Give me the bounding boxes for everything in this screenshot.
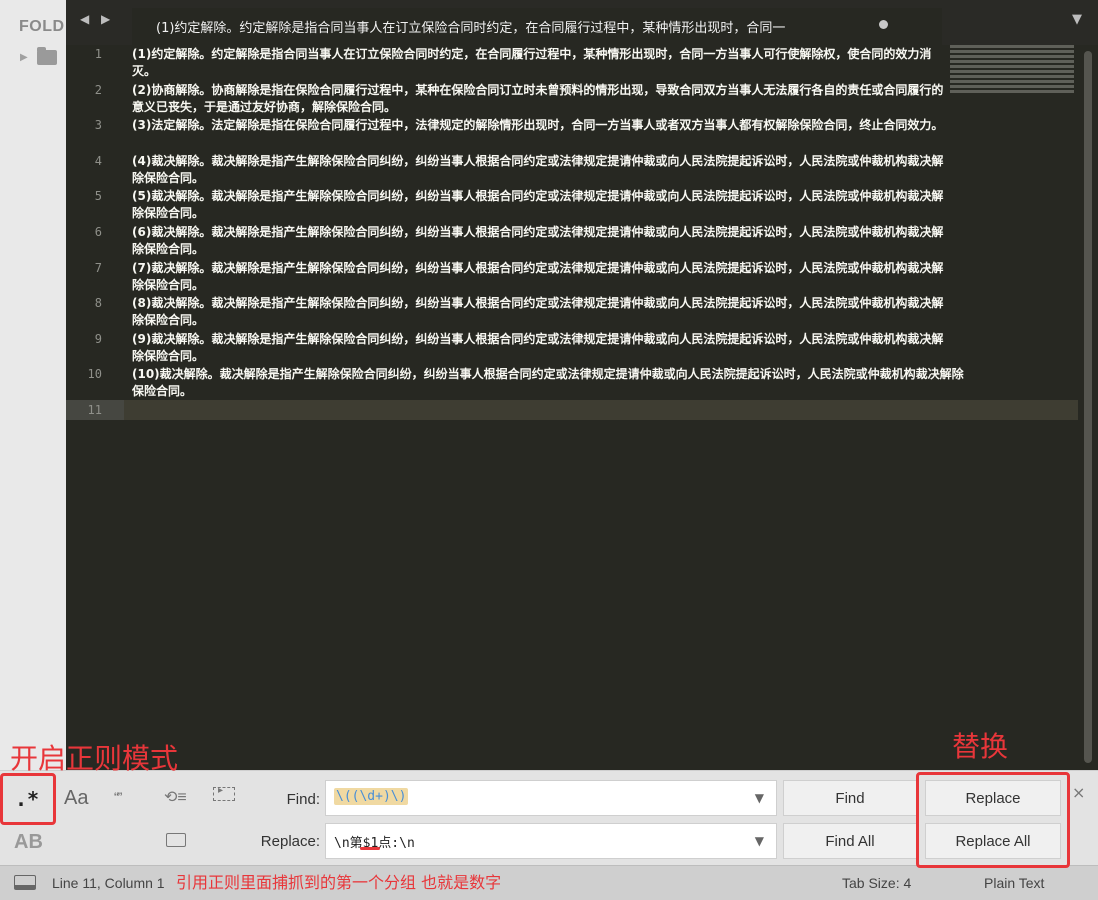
replace-history-chevron-icon[interactable]: ▼ — [755, 834, 764, 848]
find-label: Find: — [286, 791, 320, 808]
line-number: 8 — [94, 296, 102, 310]
tab-bar: ◀ ▶ (1)约定解除。约定解除是指合同当事人在订立保险合同时约定，在合同履行过… — [66, 0, 1098, 45]
cursor-position: Line 11, Column 1 — [52, 875, 165, 891]
editor-pane[interactable]: 1 2 3 4 5 6 7 8 9 10 11 (1)约定解除。约定解除是指合同… — [66, 45, 1098, 770]
minimap[interactable] — [950, 45, 1074, 105]
whole-word-button[interactable]: “” — [114, 789, 122, 805]
annotation-group-note: 引用正则里面捕抓到的第一个分组 也就是数字 — [176, 873, 502, 892]
sidebar-title: FOLD — [19, 18, 65, 35]
wrap-button[interactable]: ⟲≡ — [164, 787, 187, 807]
code-line[interactable]: (3)法定解除。法定解除是指在保险合同履行过程中，法律规定的解除情形出现时，合同… — [132, 117, 952, 134]
tab-nav-arrows-icon[interactable]: ◀ ▶ — [80, 12, 114, 26]
find-input[interactable]: \((\d+)\) ▼ — [325, 780, 777, 816]
code-line[interactable]: (6)裁决解除。裁决解除是指产生解除保险合同纠纷，纠纷当事人根据合同约定或法律规… — [132, 224, 952, 258]
find-input-value: \((\d+)\) — [334, 788, 409, 805]
status-bar: Line 11, Column 1 Tab Size: 4 Plain Text — [0, 865, 1098, 900]
line-number: 10 — [87, 367, 102, 381]
tab-size[interactable]: Tab Size: 4 — [842, 875, 911, 891]
scrollbar[interactable] — [1084, 51, 1092, 763]
expand-arrow-icon[interactable]: ▶ — [20, 52, 28, 63]
replace-label: Replace: — [260, 833, 320, 850]
line-number: 7 — [94, 261, 102, 275]
line-gutter: 1 2 3 4 5 6 7 8 9 10 11 — [66, 45, 124, 770]
folder-icon[interactable] — [37, 47, 57, 65]
case-sensitive-button[interactable]: Aa — [64, 787, 88, 810]
find-button[interactable]: Find — [783, 780, 917, 816]
line-number: 2 — [94, 83, 102, 97]
unsaved-dot-icon[interactable] — [879, 20, 888, 29]
line-number: 4 — [94, 154, 102, 168]
code-line[interactable]: (7)裁决解除。裁决解除是指产生解除保险合同纠纷，纠纷当事人根据合同约定或法律规… — [132, 260, 952, 294]
line-number: 6 — [94, 225, 102, 239]
preserve-case-button[interactable]: AB — [14, 831, 43, 854]
code-line[interactable]: (10)裁决解除。裁决解除是指产生解除保险合同纠纷，纠纷当事人根据合同约定或法律… — [132, 366, 972, 400]
line-number: 1 — [94, 47, 102, 61]
line-number: 9 — [94, 332, 102, 346]
tab-title: (1)约定解除。约定解除是指合同当事人在订立保险合同时约定，在合同履行过程中，某… — [156, 21, 786, 36]
in-selection-button[interactable] — [213, 785, 235, 801]
highlight-matches-button[interactable] — [166, 833, 186, 847]
tab-menu-chevron-icon[interactable]: ▼ — [1072, 12, 1082, 27]
annotation-regex-box — [0, 773, 56, 825]
panel-toggle-icon[interactable] — [14, 875, 36, 890]
code-line[interactable]: (1)约定解除。约定解除是指合同当事人在订立保险合同时约定，在合同履行过程中，某… — [132, 46, 952, 80]
code-line[interactable]: (5)裁决解除。裁决解除是指产生解除保险合同纠纷，纠纷当事人根据合同约定或法律规… — [132, 188, 952, 222]
code-line[interactable]: (4)裁决解除。裁决解除是指产生解除保险合同纠纷，纠纷当事人根据合同约定或法律规… — [132, 153, 952, 187]
current-line-highlight — [66, 400, 1078, 420]
find-history-chevron-icon[interactable]: ▼ — [755, 791, 764, 805]
replace-input[interactable]: \n第$1点:\n ▼ — [325, 823, 777, 859]
line-number: 11 — [87, 403, 102, 417]
find-all-button[interactable]: Find All — [783, 823, 917, 859]
code-line[interactable]: (2)协商解除。协商解除是指在保险合同履行过程中，某种在保险合同订立时未曾预料的… — [132, 82, 952, 116]
syntax-mode[interactable]: Plain Text — [984, 875, 1044, 891]
annotation-replace: 替换 — [952, 730, 1009, 763]
tab-active[interactable]: (1)约定解除。约定解除是指合同当事人在订立保险合同时约定，在合同履行过程中，某… — [132, 8, 942, 45]
line-number: 3 — [94, 118, 102, 132]
close-icon[interactable]: × — [1072, 783, 1085, 802]
line-number: 5 — [94, 189, 102, 203]
annotation-regex-mode: 开启正则模式 — [10, 742, 179, 775]
annotation-replace-box — [916, 772, 1070, 868]
code-line[interactable]: (8)裁决解除。裁决解除是指产生解除保险合同纠纷，纠纷当事人根据合同约定或法律规… — [132, 295, 952, 329]
code-line[interactable]: (9)裁决解除。裁决解除是指产生解除保险合同纠纷，纠纷当事人根据合同约定或法律规… — [132, 331, 952, 365]
sidebar: FOLD ▶ — [0, 0, 66, 770]
annotation-underline — [360, 847, 380, 850]
